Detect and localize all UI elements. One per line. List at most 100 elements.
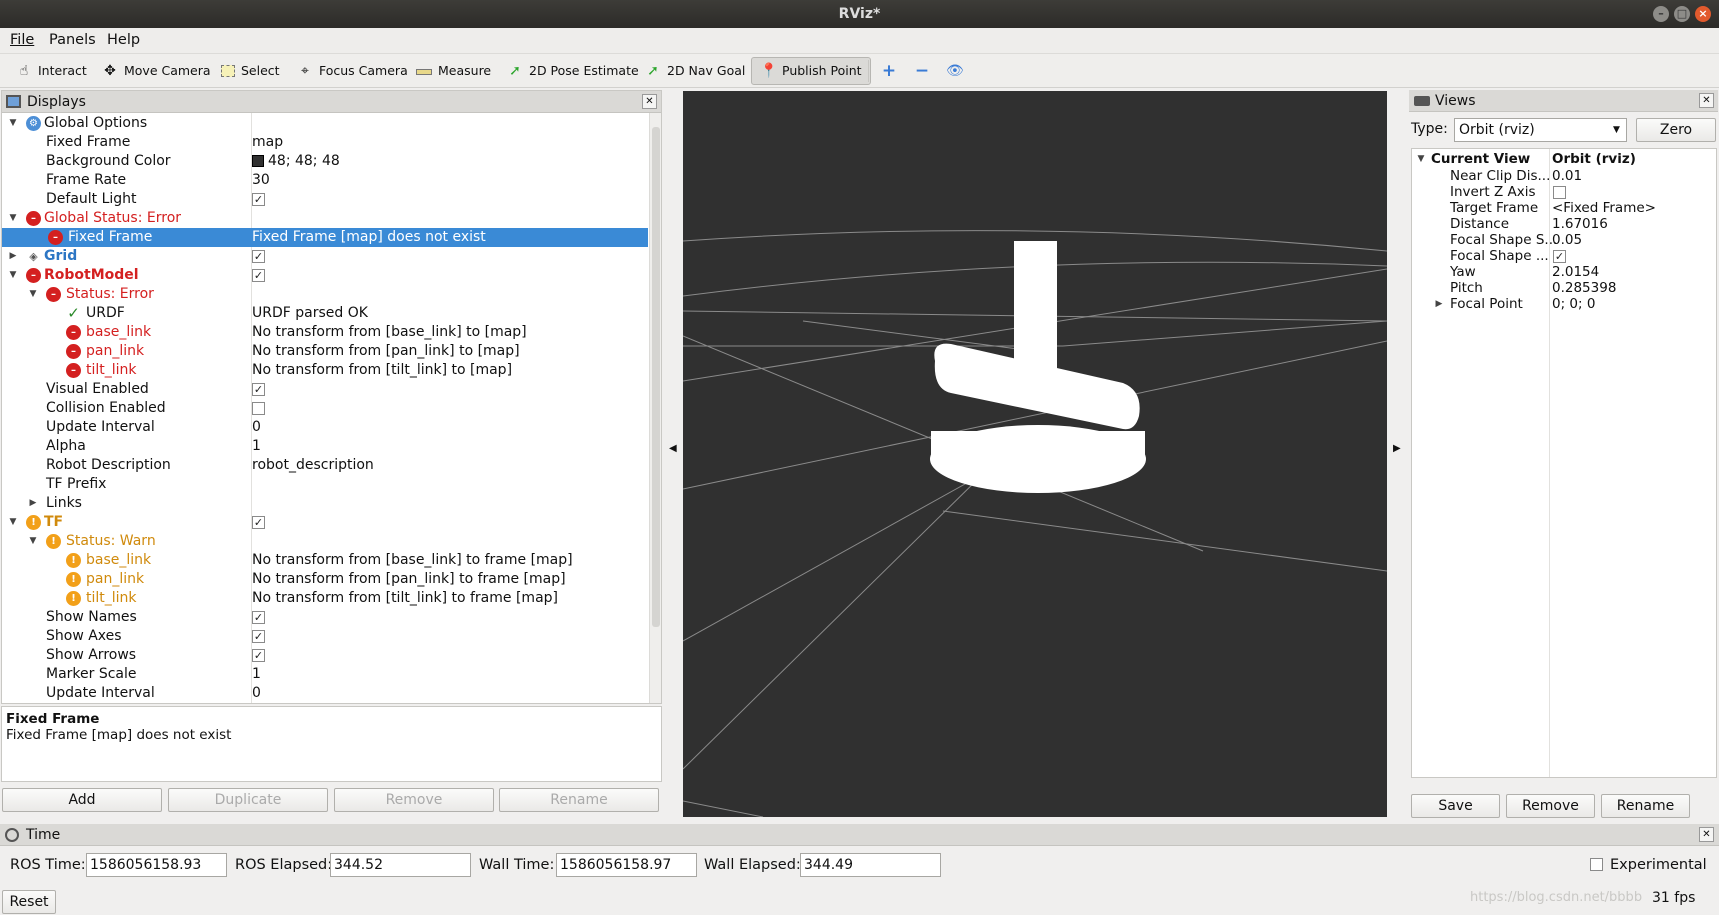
- tree-row[interactable]: Visual Enabled ✓: [2, 380, 648, 399]
- measure-tool-button[interactable]: Measure: [412, 57, 491, 85]
- checkbox[interactable]: [252, 402, 265, 415]
- view-prop-row[interactable]: Focal Shape ... ✓: [1412, 248, 1718, 265]
- tree-row[interactable]: Show Axes ✓: [2, 627, 648, 646]
- save-view-button[interactable]: Save: [1411, 794, 1500, 818]
- publish-point-tool-button[interactable]: 📍 Publish Point: [751, 57, 871, 85]
- minimize-icon[interactable]: –: [1653, 6, 1669, 22]
- expand-arrow-icon[interactable]: ▶: [8, 247, 18, 266]
- duplicate-display-button[interactable]: Duplicate: [168, 788, 328, 812]
- view-prop-row[interactable]: Invert Z Axis: [1412, 184, 1718, 201]
- checkbox[interactable]: ✓: [252, 269, 265, 282]
- tree-row[interactable]: Default Light ✓: [2, 190, 648, 209]
- reset-button[interactable]: Reset: [2, 890, 56, 914]
- tree-row[interactable]: Show Arrows ✓: [2, 646, 648, 665]
- tree-row[interactable]: ! tilt_link No transform from [tilt_link] …: [2, 589, 648, 608]
- view-prop-row[interactable]: Near Clip Dis... 0.01: [1412, 168, 1718, 185]
- remove-tool-icon[interactable]: −: [914, 63, 930, 80]
- interact-tool-button[interactable]: ☝ Interact: [12, 57, 87, 85]
- tree-row[interactable]: ▼ ⚙ Global Options: [2, 114, 648, 133]
- view-prop-row[interactable]: Yaw 2.0154: [1412, 264, 1718, 281]
- tree-row[interactable]: – Fixed Frame Fixed Frame [map] does not e…: [2, 228, 648, 247]
- menu-file[interactable]: File: [10, 32, 34, 48]
- expand-arrow-icon[interactable]: ▼: [8, 513, 18, 532]
- view-prop-row[interactable]: Focal Shape S... 0.05: [1412, 232, 1718, 249]
- tree-row[interactable]: Robot Description robot_description: [2, 456, 648, 475]
- ros-elapsed-field[interactable]: 344.52: [330, 853, 471, 877]
- tree-row[interactable]: Marker Scale 1: [2, 665, 648, 684]
- wall-elapsed-field[interactable]: 344.49: [800, 853, 941, 877]
- move-camera-tool-button[interactable]: ✥ Move Camera: [98, 57, 210, 85]
- tree-row[interactable]: Collision Enabled: [2, 399, 648, 418]
- nav-goal-tool-button[interactable]: ➚ 2D Nav Goal: [641, 57, 745, 85]
- checkbox[interactable]: ✓: [252, 630, 265, 643]
- tree-row[interactable]: ▼! Status: Warn: [2, 532, 648, 551]
- tree-row[interactable]: ! base_link No transform from [base_link] …: [2, 551, 648, 570]
- render-viewport[interactable]: [683, 91, 1387, 817]
- rename-view-button[interactable]: Rename: [1601, 794, 1690, 818]
- close-panel-icon[interactable]: ✕: [1699, 827, 1714, 842]
- tree-row[interactable]: – base_link No transform from [base_link] …: [2, 323, 648, 342]
- tree-row[interactable]: ! pan_link No transform from [pan_link] to…: [2, 570, 648, 589]
- color-swatch[interactable]: [252, 155, 264, 167]
- expand-arrow-icon[interactable]: ▼: [1416, 151, 1426, 168]
- tree-row[interactable]: Update Interval 0: [2, 684, 648, 703]
- expand-arrow-icon[interactable]: ▶: [28, 494, 38, 513]
- tree-row[interactable]: ▼ – RobotModel ✓: [2, 266, 648, 285]
- tree-row[interactable]: Frame Rate 30: [2, 171, 648, 190]
- tree-row[interactable]: Alpha 1: [2, 437, 648, 456]
- tree-row[interactable]: ✓ URDF URDF parsed OK: [2, 304, 648, 323]
- tree-row[interactable]: – pan_link No transform from [pan_link] to…: [2, 342, 648, 361]
- tree-row[interactable]: ▼! TF ✓: [2, 513, 648, 532]
- menu-help[interactable]: Help: [107, 32, 140, 48]
- expand-arrow-icon[interactable]: ▶: [1434, 296, 1444, 313]
- tree-row[interactable]: Update Interval 0: [2, 418, 648, 437]
- remove-display-button[interactable]: Remove: [334, 788, 494, 812]
- zero-view-button[interactable]: Zero: [1636, 118, 1716, 142]
- ros-time-field[interactable]: 1586056158.93: [86, 853, 227, 877]
- checkbox[interactable]: ✓: [252, 193, 265, 206]
- add-tool-icon[interactable]: +: [881, 63, 897, 80]
- tree-row[interactable]: ▼ – Status: Error: [2, 285, 648, 304]
- expand-arrow-icon[interactable]: ▼: [8, 209, 18, 228]
- rename-display-button[interactable]: Rename: [499, 788, 659, 812]
- checkbox[interactable]: ✓: [252, 516, 265, 529]
- collapse-right-icon[interactable]: ▶: [1393, 443, 1401, 454]
- checkbox[interactable]: ✓: [252, 383, 265, 396]
- focal-shape-checkbox[interactable]: ✓: [1553, 250, 1566, 263]
- vertical-scrollbar[interactable]: [649, 113, 661, 703]
- checkbox[interactable]: ✓: [252, 649, 265, 662]
- expand-arrow-icon[interactable]: ▼: [28, 532, 38, 551]
- tree-row[interactable]: ▶ ◈ Grid ✓: [2, 247, 648, 266]
- menu-panels[interactable]: Panels: [49, 32, 96, 48]
- tree-row[interactable]: – tilt_link No transform from [tilt_link] …: [2, 361, 648, 380]
- view-prop-row[interactable]: Pitch 0.285398: [1412, 280, 1718, 297]
- wall-time-field[interactable]: 1586056158.97: [556, 853, 697, 877]
- remove-view-button[interactable]: Remove: [1506, 794, 1595, 818]
- close-icon[interactable]: ×: [1695, 6, 1711, 22]
- experimental-checkbox[interactable]: [1590, 858, 1603, 871]
- checkbox[interactable]: ✓: [252, 250, 265, 263]
- view-prop-row[interactable]: ▶ Focal Point 0; 0; 0: [1412, 296, 1718, 313]
- pose-estimate-tool-button[interactable]: ➚ 2D Pose Estimate: [503, 57, 639, 85]
- expand-arrow-icon[interactable]: ▼: [28, 285, 38, 304]
- expand-arrow-icon[interactable]: ▼: [8, 266, 18, 285]
- add-display-button[interactable]: Add: [2, 788, 162, 812]
- tree-row[interactable]: Show Names ✓: [2, 608, 648, 627]
- focus-camera-tool-button[interactable]: ⌖ Focus Camera: [293, 57, 408, 85]
- tree-row[interactable]: TF Prefix: [2, 475, 648, 494]
- checkbox[interactable]: ✓: [252, 611, 265, 624]
- eye-icon[interactable]: 👁: [946, 63, 964, 79]
- tree-row[interactable]: ▼ – Global Status: Error: [2, 209, 648, 228]
- view-prop-row[interactable]: Target Frame <Fixed Frame>: [1412, 200, 1718, 217]
- collapse-left-icon[interactable]: ◀: [669, 443, 677, 454]
- tree-row[interactable]: ▶ Links: [2, 494, 648, 513]
- left-splitter[interactable]: ◀: [663, 91, 683, 817]
- right-splitter[interactable]: ▶: [1387, 91, 1407, 817]
- view-type-select[interactable]: Orbit (rviz) ▼: [1454, 118, 1627, 142]
- view-prop-row[interactable]: Distance 1.67016: [1412, 216, 1718, 233]
- close-panel-icon[interactable]: ✕: [642, 94, 657, 109]
- tree-row[interactable]: Background Color 48; 48; 48: [2, 152, 648, 171]
- select-tool-button[interactable]: Select: [217, 57, 280, 85]
- close-panel-icon[interactable]: ✕: [1699, 93, 1714, 108]
- maximize-icon[interactable]: □: [1674, 6, 1690, 22]
